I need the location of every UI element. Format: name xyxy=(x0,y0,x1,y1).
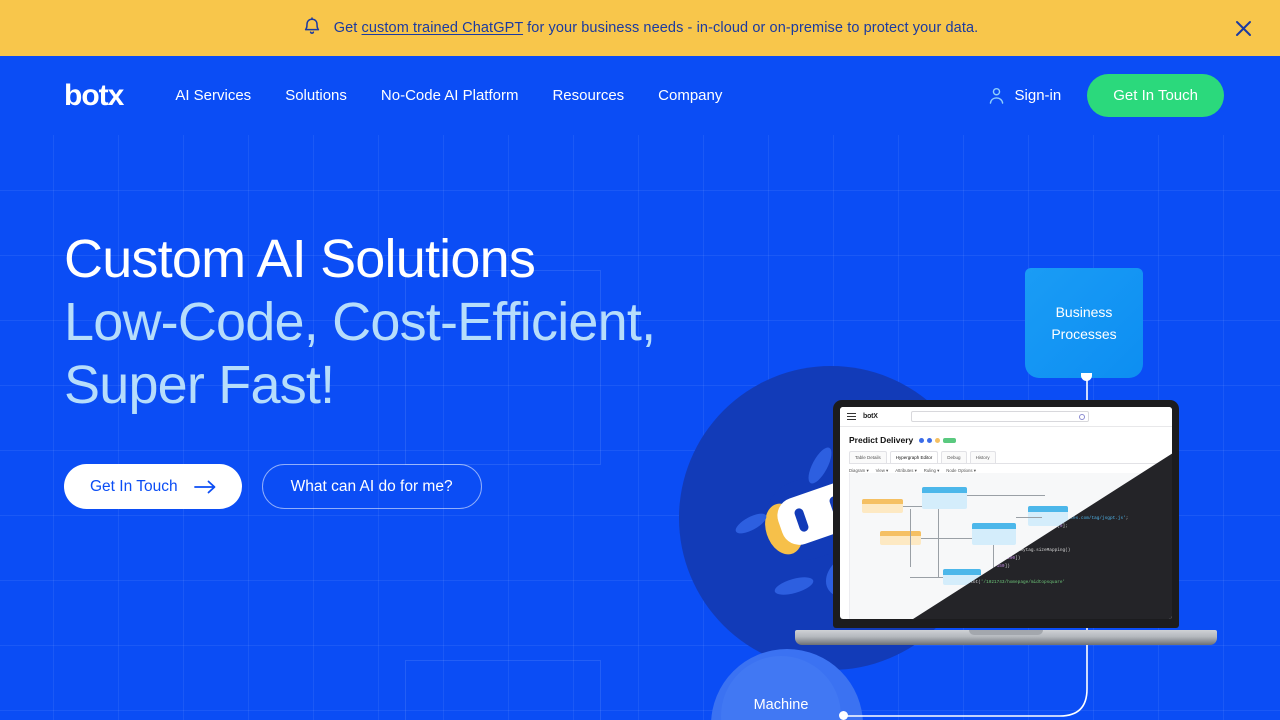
sign-in-button[interactable]: Sign-in xyxy=(987,86,1062,105)
status-pill xyxy=(943,437,957,443)
tab-debug[interactable]: Debug xyxy=(941,451,967,463)
business-processes-card[interactable]: Business Processes xyxy=(1025,268,1143,378)
hero-cta-group: Get In Touch What can AI do for me? xyxy=(64,464,655,509)
laptop-mockup: botX Predict Delivery Table Details Hype… xyxy=(795,400,1217,645)
get-in-touch-nav-button[interactable]: Get In Touch xyxy=(1087,74,1224,117)
nav-item-no-code-ai-platform[interactable]: No-Code AI Platform xyxy=(381,87,519,104)
user-icon xyxy=(987,86,1006,105)
status-dot-2 xyxy=(927,437,933,443)
nav-item-company[interactable]: Company xyxy=(658,87,722,104)
app-topbar: botX xyxy=(840,407,1172,427)
hero-copy: Custom AI Solutions Low-Code, Cost-Effic… xyxy=(64,228,656,509)
nav-item-resources[interactable]: Resources xyxy=(552,87,624,104)
tab-table-details[interactable]: Table Details xyxy=(849,451,887,463)
machine-learning-connector-dot xyxy=(839,711,848,720)
nav-item-ai-services[interactable]: AI Services xyxy=(175,87,251,104)
sign-in-label: Sign-in xyxy=(1014,87,1062,104)
headline-line-1: Custom AI Solutions xyxy=(64,229,536,289)
get-in-touch-hero-button[interactable]: Get In Touch xyxy=(64,464,242,509)
project-title-row: Predict Delivery xyxy=(840,427,1172,451)
diagram-node-orange-1[interactable] xyxy=(862,499,903,513)
search-input[interactable] xyxy=(910,411,1089,422)
hamburger-icon[interactable] xyxy=(847,413,856,420)
promo-banner-content: Get custom trained ChatGPT for your busi… xyxy=(302,17,979,39)
promo-text-before: Get xyxy=(333,20,362,36)
diagram-node-blue-4[interactable] xyxy=(1028,506,1068,526)
diagram-wire-3 xyxy=(921,538,972,539)
laptop-base xyxy=(795,630,1217,645)
status-dot-1 xyxy=(919,437,925,443)
diagram-node-orange-2[interactable] xyxy=(880,531,921,545)
diagram-node-blue-1[interactable] xyxy=(922,487,967,509)
search-icon xyxy=(1078,414,1085,420)
app-tabs: Table Details Hypergraph Editor Debug Hi… xyxy=(840,451,1172,463)
tab-history[interactable]: History xyxy=(969,451,996,463)
diagram-wire-4 xyxy=(910,509,911,567)
diagram-wire-9 xyxy=(1016,517,1042,518)
get-in-touch-hero-label: Get In Touch xyxy=(90,477,178,495)
close-icon[interactable] xyxy=(1228,13,1258,43)
diagram-wire-6 xyxy=(938,509,939,577)
arrow-right-icon xyxy=(193,480,216,494)
status-dots xyxy=(919,437,957,443)
bell-icon xyxy=(302,17,322,39)
main-navbar: botx AI Services Solutions No-Code AI Pl… xyxy=(0,56,1280,135)
laptop-screen: botX Predict Delivery Table Details Hype… xyxy=(840,407,1172,619)
nav-item-solutions[interactable]: Solutions xyxy=(285,87,347,104)
diagram-node-blue-2[interactable] xyxy=(972,523,1016,545)
diagram-wire-5 xyxy=(910,577,943,578)
page-title: Custom AI Solutions Low-Code, Cost-Effic… xyxy=(64,228,656,417)
what-can-ai-do-button[interactable]: What can AI do for me? xyxy=(261,464,482,509)
machine-learning-line1: Machine xyxy=(753,696,809,713)
tab-hypergraph-editor[interactable]: Hypergraph Editor xyxy=(889,451,939,463)
promo-banner-text: Get custom trained ChatGPT for your busi… xyxy=(334,20,979,36)
laptop-lid: botX Predict Delivery Table Details Hype… xyxy=(833,400,1179,628)
business-processes-line2: Processes xyxy=(1051,325,1117,342)
business-processes-line1: Business xyxy=(1055,303,1113,320)
nav-right-actions: Sign-in Get In Touch xyxy=(987,74,1224,117)
promo-text-after: for your business needs - in-cloud or on… xyxy=(523,20,979,36)
hero-section: Business Processes Machine Learning botX xyxy=(0,135,1280,720)
promo-banner: Get custom trained ChatGPT for your busi… xyxy=(0,0,1280,56)
headline-line-3: Super Fast! xyxy=(64,355,335,415)
botx-logo[interactable]: botx xyxy=(64,80,124,111)
diagram-wire-2 xyxy=(967,495,1045,496)
headline-line-2: Low-Code, Cost-Efficient, xyxy=(64,292,656,352)
status-dot-3 xyxy=(935,437,941,443)
app-logo: botX xyxy=(863,413,878,420)
diagram-wire-1 xyxy=(903,506,922,507)
project-title: Predict Delivery xyxy=(849,435,914,445)
nav-links: AI Services Solutions No-Code AI Platfor… xyxy=(175,87,722,104)
promo-banner-link[interactable]: custom trained ChatGPT xyxy=(362,20,524,36)
